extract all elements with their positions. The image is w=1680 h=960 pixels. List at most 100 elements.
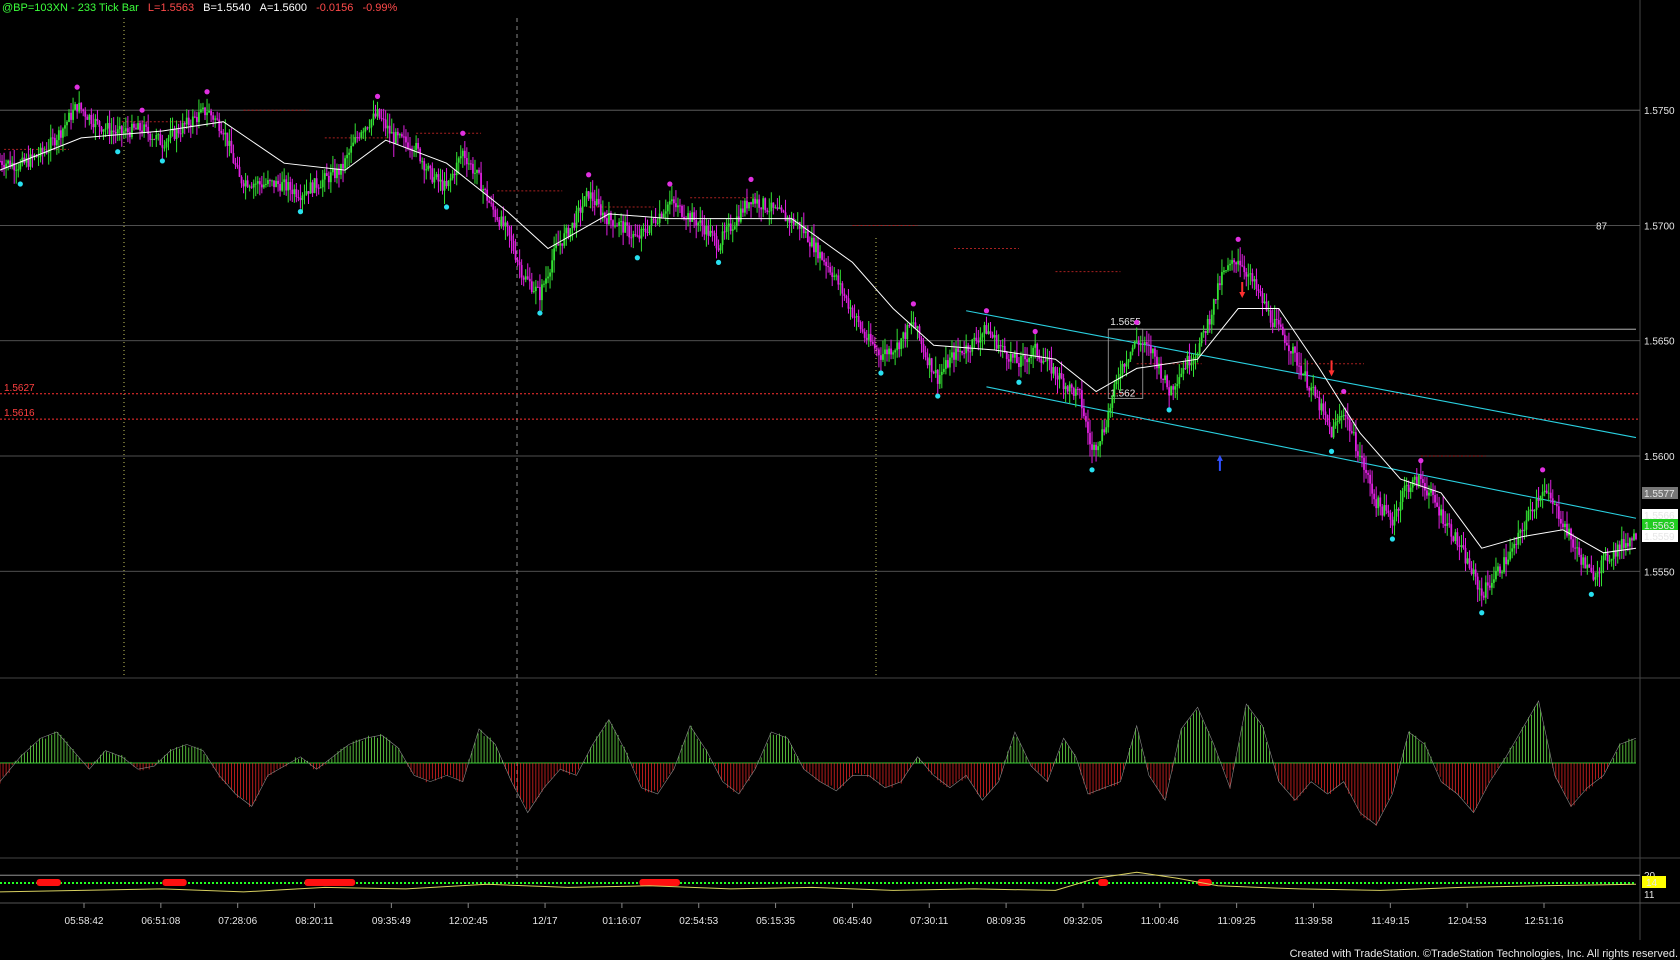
- bar-body: [766, 210, 769, 212]
- bar-body: [1363, 457, 1365, 470]
- bar-body: [1227, 265, 1229, 271]
- bar-body: [220, 130, 223, 134]
- bar-body: [218, 119, 221, 131]
- bar-body: [82, 109, 85, 112]
- bar-body: [902, 332, 905, 339]
- bar-body: [1052, 367, 1055, 374]
- bar-body: [273, 180, 275, 187]
- bar-body: [1040, 359, 1043, 363]
- bar-body: [758, 199, 761, 208]
- bar-body: [553, 248, 556, 261]
- bar-body: [1312, 386, 1315, 388]
- bar-body: [847, 298, 850, 309]
- bar-body: [53, 137, 56, 146]
- y-tick-label-3: 1.5600: [1644, 452, 1675, 463]
- bar-body: [1403, 485, 1406, 491]
- bar-body: [614, 225, 616, 227]
- bar-body: [195, 116, 198, 123]
- bar-body: [640, 229, 643, 239]
- x-tick-label-12: 08:09:35: [987, 916, 1026, 927]
- bar-body: [985, 325, 988, 334]
- bar-body: [555, 244, 558, 249]
- bar-body: [1099, 441, 1102, 447]
- bar-body: [1237, 260, 1240, 265]
- bar-body: [246, 180, 249, 187]
- price-marker-label-0: 1.5577: [1644, 489, 1675, 500]
- bar-body: [1352, 432, 1355, 434]
- bar-body: [965, 345, 968, 354]
- bar-body: [1566, 523, 1568, 536]
- bar-body: [867, 333, 870, 340]
- bar-body: [624, 222, 627, 233]
- swing-high-dot: [1134, 319, 1140, 325]
- bar-body: [289, 182, 292, 190]
- bar-body: [283, 179, 286, 183]
- swing-low-dot: [537, 310, 543, 316]
- bar-body: [1618, 544, 1621, 550]
- bar-body: [1328, 422, 1331, 427]
- bar-body: [348, 152, 351, 155]
- bar-body: [173, 128, 176, 139]
- bar-body: [514, 250, 517, 260]
- bar-body: [100, 126, 103, 132]
- bar-body: [1042, 360, 1045, 363]
- bar-body: [467, 163, 470, 165]
- bar-body: [1007, 359, 1010, 362]
- bar-body: [1448, 523, 1451, 525]
- bar-body: [534, 286, 537, 292]
- bar-body: [752, 198, 754, 205]
- bar-body: [70, 112, 72, 120]
- bar-body: [120, 126, 123, 134]
- x-tick-label-1: 06:51:08: [141, 916, 180, 927]
- bar-body: [837, 275, 840, 285]
- bar-body: [924, 352, 927, 358]
- bar-body: [1379, 497, 1382, 507]
- bar-body: [319, 187, 322, 189]
- bar-body: [252, 183, 255, 188]
- bar-body: [1529, 509, 1532, 511]
- bar-body: [1336, 420, 1339, 423]
- bar-body: [993, 335, 996, 338]
- bar-body: [571, 222, 574, 229]
- bar-body: [957, 348, 959, 352]
- bar-body: [143, 124, 146, 133]
- chart-canvas[interactable]: 1.5750 1.5700 1.5650 1.5600 1.5550 87 1.5627 1.…: [0, 0, 1680, 960]
- bar-body: [1056, 375, 1059, 380]
- bar-body: [900, 338, 903, 350]
- bar-body: [1387, 510, 1390, 513]
- bar-body: [307, 191, 310, 194]
- bar-body: [457, 158, 460, 163]
- bar-body: [1389, 512, 1392, 520]
- bar-body: [1373, 493, 1376, 500]
- bar-body: [1125, 362, 1128, 367]
- bar-body: [845, 295, 848, 299]
- oscillator-bars: [0, 703, 1636, 826]
- bar-body: [240, 176, 243, 184]
- bar-body: [583, 196, 586, 207]
- bar-body: [62, 128, 64, 138]
- bar-body: [344, 158, 346, 169]
- bar-body: [1624, 543, 1627, 548]
- bar-body: [1428, 492, 1430, 496]
- bar-body: [1026, 359, 1028, 363]
- bar-body: [1271, 322, 1274, 328]
- bar-body: [445, 180, 448, 187]
- bar-body: [1212, 299, 1215, 315]
- bar-body: [904, 332, 907, 340]
- bar-body: [1322, 403, 1325, 412]
- bar-body: [305, 191, 308, 195]
- bar-body: [1288, 345, 1290, 352]
- bar-body: [601, 212, 604, 216]
- bar-body: [1137, 340, 1140, 346]
- bar-body: [882, 354, 884, 360]
- bar-body: [163, 147, 166, 149]
- bar-body: [1273, 318, 1276, 328]
- bar-body: [618, 221, 620, 226]
- bar-body: [530, 281, 533, 292]
- bar-body: [254, 183, 257, 185]
- x-tick-label-5: 12:02:45: [449, 916, 488, 927]
- bar-body: [504, 222, 507, 227]
- bar-body: [512, 240, 515, 251]
- bar-body: [1383, 505, 1386, 516]
- bar-body: [1154, 348, 1156, 357]
